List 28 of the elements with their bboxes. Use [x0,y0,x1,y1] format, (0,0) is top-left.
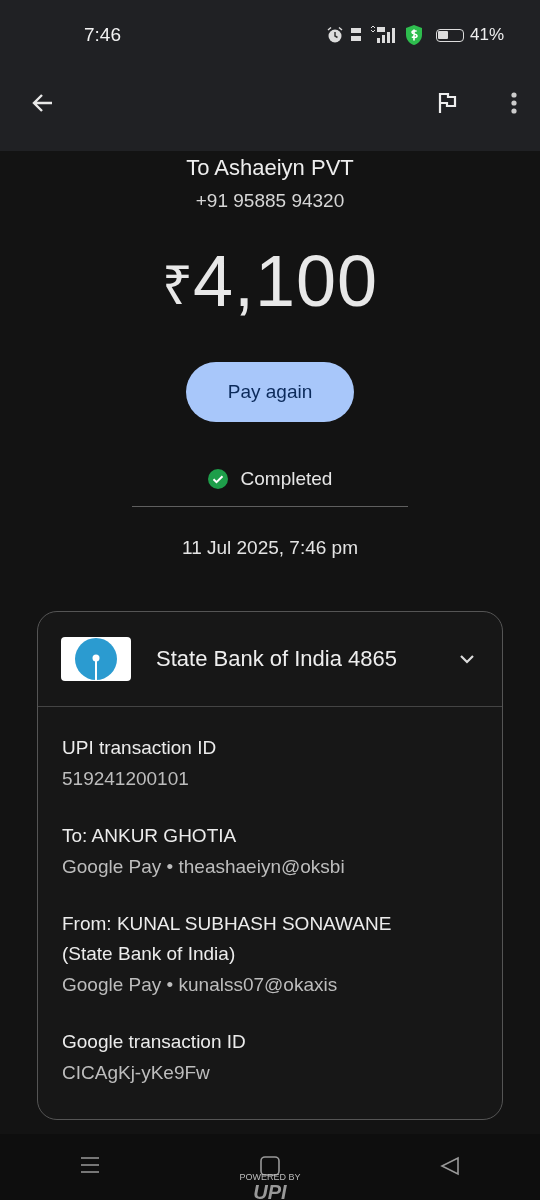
battery-icon [435,28,464,42]
shield-icon [403,24,424,46]
chevron-down-icon [458,653,476,665]
back-nav-button[interactable] [440,1156,460,1176]
status-time: 7:46 [84,24,121,46]
transaction-date: 11 Jul 2025, 7:46 pm [181,537,358,559]
bank-account-name: State Bank of India 4865 [156,646,398,672]
bank-logo-icon [60,636,132,682]
more-vertical-icon [510,91,518,115]
alarm-icon [325,26,344,44]
detail-value: Google Pay • theashaeiyn@oksbi [62,855,346,879]
recipient-name: To Ashaeiyn PVT [186,155,354,181]
detail-value: CICAgKj-yKe9Fw [62,1061,211,1085]
detail-value: 519241200101 [62,767,190,791]
recipient-phone: +91 95885 94320 [195,190,345,212]
upi-logo: UPI [253,1182,287,1200]
detail-label: To: ANKUR GHOTIA [62,824,238,848]
currency-symbol: ₹ [161,254,193,317]
detail-label: Google transaction ID [62,1030,247,1054]
battery-percent: 41% [469,25,504,45]
detail-label: UPI transaction ID [62,736,218,760]
amount-value: 4,100 [192,240,379,322]
detail-label: From: KUNAL SUBHASH SONAWANE (State Bank of India) [62,912,393,966]
detail-value: Google Pay • kunalss07@okaxis [62,973,339,997]
status-label: Completed [240,468,333,490]
pay-again-button[interactable]: Pay again [186,362,354,422]
recents-button[interactable] [80,1156,100,1174]
home-button[interactable] [260,1156,280,1176]
